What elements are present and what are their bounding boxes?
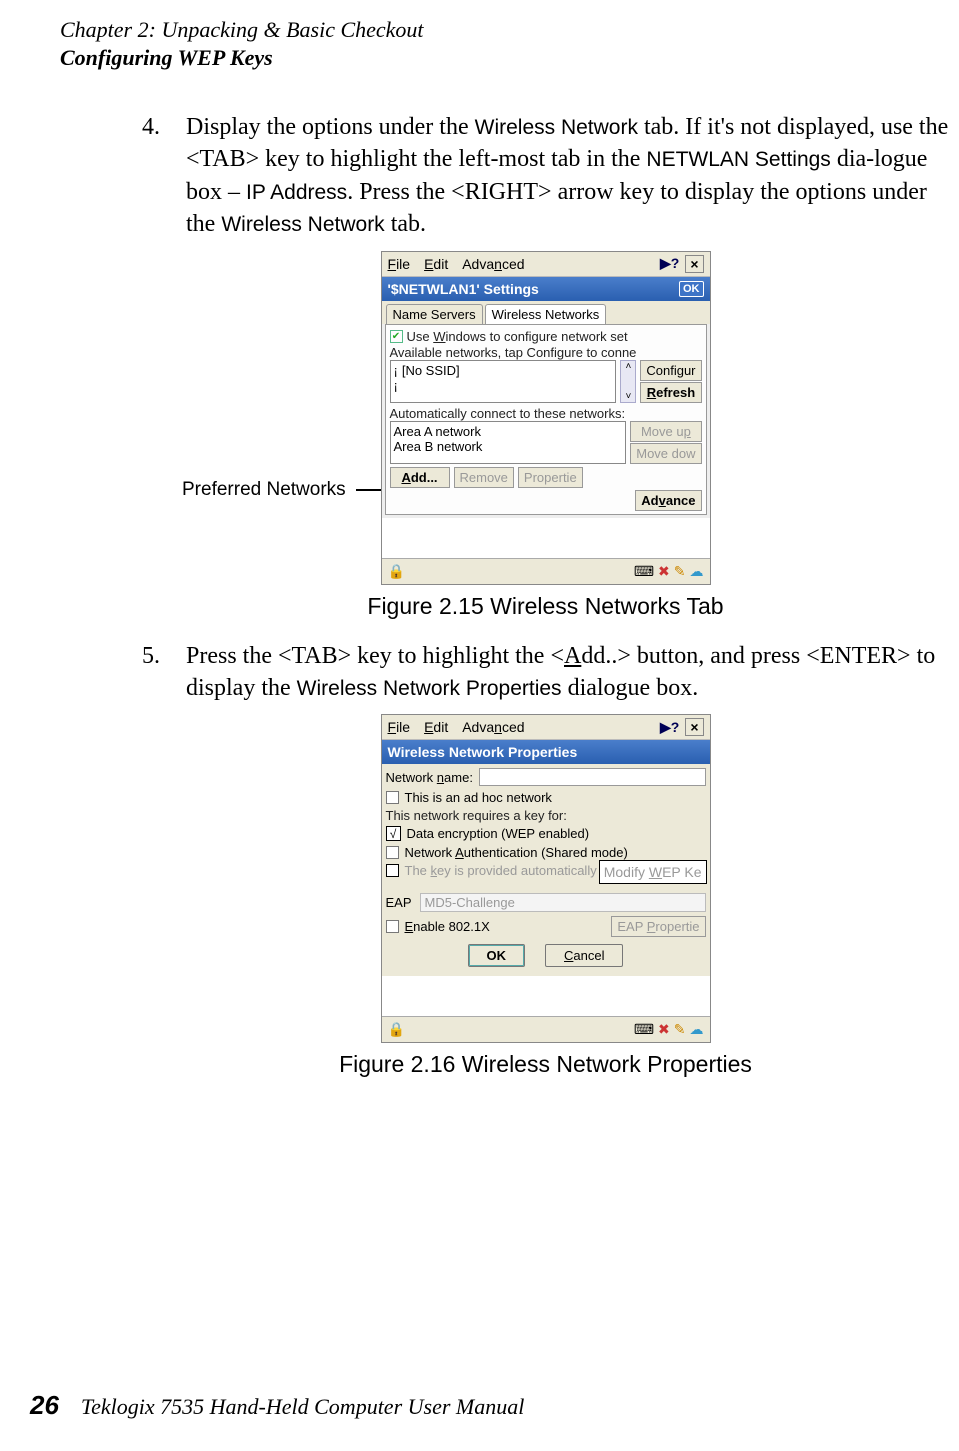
checkbox-empty-icon[interactable] xyxy=(386,846,399,859)
taskbar: 🔒 ⌨✖✎☁ xyxy=(382,558,710,584)
footer-text: Teklogix 7535 Hand-Held Computer User Ma… xyxy=(81,1394,524,1420)
preferred-networks-list[interactable]: Area A network Area B network xyxy=(390,421,627,464)
ok-button[interactable]: OK xyxy=(468,944,526,967)
menu-bar: File Edit Advanced ▶? × xyxy=(382,715,710,740)
available-networks-list[interactable]: ¡[No SSID] ¡ xyxy=(390,360,617,403)
add-button[interactable]: Add... xyxy=(390,467,450,488)
tray-icon: ✖ xyxy=(658,563,670,580)
menu-file[interactable]: File xyxy=(388,256,411,272)
tray-icon: ⌨ xyxy=(634,563,654,580)
checkbox-checked-icon[interactable]: ✔ xyxy=(390,330,403,343)
menu-advanced[interactable]: Advanced xyxy=(462,256,524,272)
chapter-line: Chapter 2: Unpacking & Basic Checkout xyxy=(60,16,959,44)
menu-file[interactable]: File xyxy=(388,719,411,735)
tab-name-servers[interactable]: Name Servers xyxy=(386,304,483,324)
step-number: 4. xyxy=(142,111,186,241)
list-item[interactable]: Area B network xyxy=(394,439,623,454)
figure-caption: Figure 2.15 Wireless Networks Tab xyxy=(142,593,949,620)
screenshot-wireless-network-properties: File Edit Advanced ▶? × Wireless Network… xyxy=(381,714,711,1043)
menu-edit[interactable]: Edit xyxy=(424,256,448,272)
tab-wireless-networks[interactable]: Wireless Networks xyxy=(485,304,607,324)
remove-button[interactable]: Remove xyxy=(454,467,514,488)
eap-properties-button[interactable]: EAP Propertie xyxy=(611,916,705,937)
tray-icon: ✎ xyxy=(674,563,686,580)
page-number: 26 xyxy=(30,1390,59,1421)
cancel-button[interactable]: Cancel xyxy=(545,944,623,967)
auto-connect-label: Automatically connect to these networks: xyxy=(390,406,702,421)
modify-wep-key-button[interactable]: Modify WEP Ke xyxy=(599,860,707,884)
checkbox-sqrt-icon[interactable]: √ xyxy=(386,826,401,841)
eap-combo[interactable]: MD5-Challenge xyxy=(420,893,706,912)
requires-key-label: This network requires a key for: xyxy=(382,807,710,824)
properties-button[interactable]: Propertie xyxy=(518,467,583,488)
screenshot-wireless-networks-tab: File Edit Advanced ▶? × '$NETWLAN1' Sett… xyxy=(381,251,711,585)
help-icon[interactable]: ▶? xyxy=(660,719,679,736)
menu-bar: File Edit Advanced ▶? × xyxy=(382,252,710,277)
available-label: Available networks, tap Configure to con… xyxy=(390,345,702,360)
list-item[interactable]: Area A network xyxy=(394,424,623,439)
advanced-button[interactable]: Advance xyxy=(635,490,701,511)
configure-button[interactable]: Configur xyxy=(640,360,701,381)
checkbox-empty-icon[interactable] xyxy=(386,791,399,804)
taskbar: 🔒 ⌨✖✎☁ xyxy=(382,1016,710,1042)
tray-icon: ✖ xyxy=(658,1021,670,1038)
figure-caption: Figure 2.16 Wireless Network Properties xyxy=(142,1051,949,1078)
refresh-button[interactable]: Refresh xyxy=(640,382,701,403)
step-5-text: Press the <TAB> key to highlight the <Ad… xyxy=(186,640,949,705)
signal-icon: ¡ xyxy=(394,363,398,378)
menu-edit[interactable]: Edit xyxy=(424,719,448,735)
step-4-text: Display the options under the Wireless N… xyxy=(186,111,949,241)
checkbox-empty-icon[interactable] xyxy=(386,920,399,933)
menu-advanced[interactable]: Advanced xyxy=(462,719,524,735)
tray-icon: ☁ xyxy=(690,1021,704,1038)
help-icon[interactable]: ▶? xyxy=(660,255,679,272)
network-name-input[interactable] xyxy=(479,768,706,786)
move-up-button[interactable]: Move up xyxy=(630,421,701,442)
use-windows-checkbox-row[interactable]: ✔ Use Windows to configure network set xyxy=(390,328,702,345)
key-provided-row: The key is provided automatically Modify… xyxy=(382,862,710,879)
system-tray: ⌨✖✎☁ xyxy=(634,1021,704,1038)
dialog-title: Wireless Network Properties xyxy=(382,740,710,764)
checkbox-empty-icon[interactable] xyxy=(386,864,399,877)
eap-row: EAP MD5-Challenge xyxy=(382,891,710,914)
adhoc-checkbox-row[interactable]: This is an ad hoc network xyxy=(382,788,710,807)
step-5: 5. Press the <TAB> key to highlight the … xyxy=(142,640,949,705)
tray-icon: ⌨ xyxy=(634,1021,654,1038)
dialog-title: '$NETWLAN1' Settings OK xyxy=(382,277,710,301)
signal-icon: ¡ xyxy=(394,378,398,393)
running-header: Chapter 2: Unpacking & Basic Checkout Co… xyxy=(0,0,959,71)
scrollbar[interactable]: ˄˅ xyxy=(620,360,636,403)
system-tray: ⌨✖✎☁ xyxy=(634,563,704,580)
lock-icon: 🔒 xyxy=(388,563,405,580)
figure-2-16: File Edit Advanced ▶? × Wireless Network… xyxy=(142,714,949,1078)
page-footer: 26 Teklogix 7535 Hand-Held Computer User… xyxy=(30,1390,524,1421)
section-line: Configuring WEP Keys xyxy=(60,44,959,72)
step-4: 4. Display the options under the Wireles… xyxy=(142,111,949,241)
figure-2-15: Preferred Networks File Edit Advanced ▶?… xyxy=(142,251,949,620)
lock-icon: 🔒 xyxy=(388,1021,405,1038)
tray-icon: ✎ xyxy=(674,1021,686,1038)
tray-icon: ☁ xyxy=(690,563,704,580)
wep-checkbox-row[interactable]: √ Data encryption (WEP enabled) xyxy=(382,824,710,843)
enable-8021x-row[interactable]: Enable 802.1X EAP Propertie xyxy=(382,914,710,939)
step-number: 5. xyxy=(142,640,186,705)
move-down-button[interactable]: Move dow xyxy=(630,443,701,464)
network-name-row: Network name: xyxy=(382,766,710,788)
ok-button[interactable]: OK xyxy=(679,281,704,297)
tab-row: Name Servers Wireless Networks xyxy=(382,301,710,324)
close-icon[interactable]: × xyxy=(685,255,703,273)
close-icon[interactable]: × xyxy=(685,718,703,736)
